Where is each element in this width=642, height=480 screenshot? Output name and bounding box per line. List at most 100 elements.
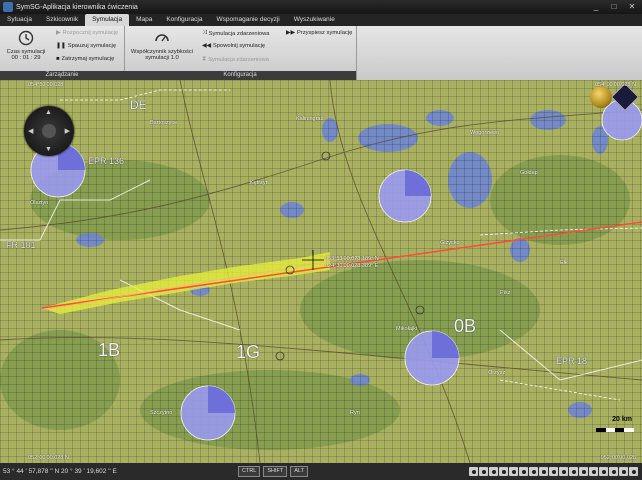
group-konfiguracja: Współczynnik szybkości symulacji 1.0 ⤨ S…	[124, 26, 357, 80]
clock-icon	[18, 30, 34, 46]
region-label: EPR 136	[88, 156, 125, 166]
town-label: Kętrzyn	[250, 180, 269, 186]
speed-label-2: symulacji 1.0	[145, 55, 179, 61]
play-icon: ▶	[56, 30, 61, 36]
region-label: DE	[130, 98, 147, 112]
town-label: Ryn	[350, 410, 360, 416]
layer-toggle-icon[interactable]	[559, 467, 568, 476]
tab-symulacja[interactable]: Symulacja	[85, 14, 130, 26]
region-label: FR 101	[6, 240, 36, 250]
ribbon: Czas symulacji 00 : 01 : 29 ▶ Rozpocznij…	[0, 26, 642, 81]
menu-bar: Sytuacja Szkicownik Symulacja Mapa Konfi…	[0, 14, 642, 26]
ctrl-key-indicator: CTRL	[238, 466, 261, 477]
tab-szkicownik[interactable]: Szkicownik	[39, 14, 85, 26]
cursor-readout-lat: 053°53'00,028,189° N	[325, 256, 379, 262]
layer-toggle-icon[interactable]	[589, 467, 598, 476]
tab-wyszukiwanie[interactable]: Wyszukiwanie	[287, 14, 342, 26]
fast-forward-icon: ▶▶	[286, 30, 295, 36]
nav-up-icon[interactable]: ▲	[45, 109, 52, 116]
layer-toggle-icon[interactable]	[519, 467, 528, 476]
layer-toggle-icon[interactable]	[629, 467, 638, 476]
close-icon[interactable]: ✕	[624, 1, 640, 12]
shift-key-indicator: SHIFT	[263, 466, 288, 477]
layer-toggle-icon[interactable]	[489, 467, 498, 476]
town-label: Orzysz	[488, 370, 506, 376]
start-simulation-button[interactable]: ▶ Rozpocznij symulację	[56, 30, 118, 36]
nav-right-icon[interactable]: ▶	[65, 127, 70, 135]
scale-label: 20 km	[612, 416, 632, 423]
tab-konfiguracja[interactable]: Konfiguracja	[159, 14, 209, 26]
town-label: Ełk	[560, 260, 568, 266]
nav-center-icon[interactable]	[42, 124, 56, 138]
maximize-icon[interactable]: □	[606, 1, 622, 12]
hourglass-icon: ⧗	[202, 56, 207, 62]
town-label: Giżycko	[440, 240, 460, 246]
slow-simulation-button[interactable]: ◀◀ Spowolnij symulację	[202, 43, 265, 49]
speed-up-simulation-button[interactable]: ▶▶ Przyspiesz symulację	[286, 30, 352, 36]
region-label: EPR 18	[556, 356, 588, 366]
pause-icon: ❚❚	[56, 43, 66, 49]
speed-factor-button[interactable]: Współczynnik szybkości symulacji 1.0	[128, 30, 196, 61]
layer-toggle-icon[interactable]	[619, 467, 628, 476]
event-simulation-button[interactable]: ⤨ Symulacja zdarzeniowa	[202, 30, 270, 37]
layer-toggle-icon[interactable]	[499, 467, 508, 476]
layer-toggle-icon[interactable]	[569, 467, 578, 476]
group-label-zarzadzanie: Zarządzanie	[0, 71, 124, 80]
layer-toggle-icon[interactable]	[609, 467, 618, 476]
gauge-icon	[155, 34, 169, 42]
layer-toggle-icon[interactable]	[539, 467, 548, 476]
globe-icon[interactable]	[590, 86, 612, 108]
speed-up-label: Przyspiesz symulację	[296, 30, 353, 36]
slow-sim-label: Spowolnij symulację	[212, 43, 266, 49]
town-label: Pisz	[500, 290, 511, 296]
stop-label: Zatrzymaj symulację	[61, 56, 115, 62]
event-sim-label: Symulacja zdarzeniowa	[208, 30, 270, 37]
layer-toggle-icon[interactable]	[509, 467, 518, 476]
event-simulation-disabled-button[interactable]: ⧗ Symulacja zdarzeniowa	[202, 56, 269, 63]
layer-toggle-icon[interactable]	[549, 467, 558, 476]
layer-toggle-icon[interactable]	[599, 467, 608, 476]
status-bar: 53 ° 44 ' 57,878 '' N 20 ° 39 ' 19,602 '…	[0, 463, 642, 480]
shuffle-icon: ⤨	[202, 30, 207, 36]
corner-coord-tr: 054°00'00,028 N	[595, 82, 636, 88]
town-label: Mikołajki	[396, 326, 418, 332]
town-label: Gołdap	[520, 170, 538, 176]
town-label: Olsztyn	[30, 200, 49, 206]
corner-coord-bl: 052°00'00,028 N	[28, 455, 69, 461]
tab-wspomaganie[interactable]: Wspomaganie decyzji	[209, 14, 286, 26]
rewind-icon: ◀◀	[202, 43, 211, 49]
sim-time-display: Czas symulacji 00 : 01 : 29	[4, 30, 48, 61]
minimize-icon[interactable]: _	[588, 1, 604, 12]
layer-toggles	[469, 467, 638, 476]
region-label: 0B	[454, 316, 477, 336]
layer-toggle-icon[interactable]	[469, 467, 478, 476]
window-title: SymSG-Aplikacja kierownika ćwiczenia	[16, 3, 138, 11]
start-label: Rozpocznij symulację	[62, 30, 119, 36]
corner-coord-tl: 054°50'00,028	[28, 82, 64, 88]
scale-bar	[596, 428, 634, 432]
region-label: 1G	[236, 342, 261, 362]
tactical-map[interactable]: ▲ ▼ ◀ ▶ 054°50'00,028 054°00'00,028 N 05…	[0, 80, 642, 463]
region-label: 1B	[98, 340, 121, 360]
nav-left-icon[interactable]: ◀	[28, 127, 33, 135]
window-controls: _ □ ✕	[588, 1, 640, 12]
nav-down-icon[interactable]: ▼	[45, 146, 52, 153]
sim-time-value: 00 : 01 : 29	[11, 55, 41, 61]
navigation-compass[interactable]: ▲ ▼ ◀ ▶	[24, 106, 74, 156]
layer-toggle-icon[interactable]	[529, 467, 538, 476]
status-coordinates: 53 ° 44 ' 57,878 '' N 20 ° 39 ' 19,602 '…	[3, 468, 117, 475]
save-state-label: Symulacja zdarzeniowa	[208, 56, 269, 63]
alt-key-indicator: ALT	[290, 466, 308, 477]
pause-label: Spauzuj symulację	[67, 43, 117, 49]
title-bar: SymSG-Aplikacja kierownika ćwiczenia _ □…	[0, 0, 642, 14]
group-zarzadzanie: Czas symulacji 00 : 01 : 29 ▶ Rozpocznij…	[0, 26, 125, 80]
map-canvas[interactable]	[0, 80, 642, 463]
tab-sytuacja[interactable]: Sytuacja	[0, 14, 39, 26]
pause-simulation-button[interactable]: ❚❚ Spauzuj symulację	[56, 43, 116, 49]
app-icon	[3, 2, 13, 12]
layer-toggle-icon[interactable]	[479, 467, 488, 476]
layer-toggle-icon[interactable]	[579, 467, 588, 476]
tab-mapa[interactable]: Mapa	[129, 14, 159, 26]
town-label: Szczytno	[150, 410, 173, 416]
stop-simulation-button[interactable]: ■ Zatrzymaj symulację	[56, 56, 114, 62]
